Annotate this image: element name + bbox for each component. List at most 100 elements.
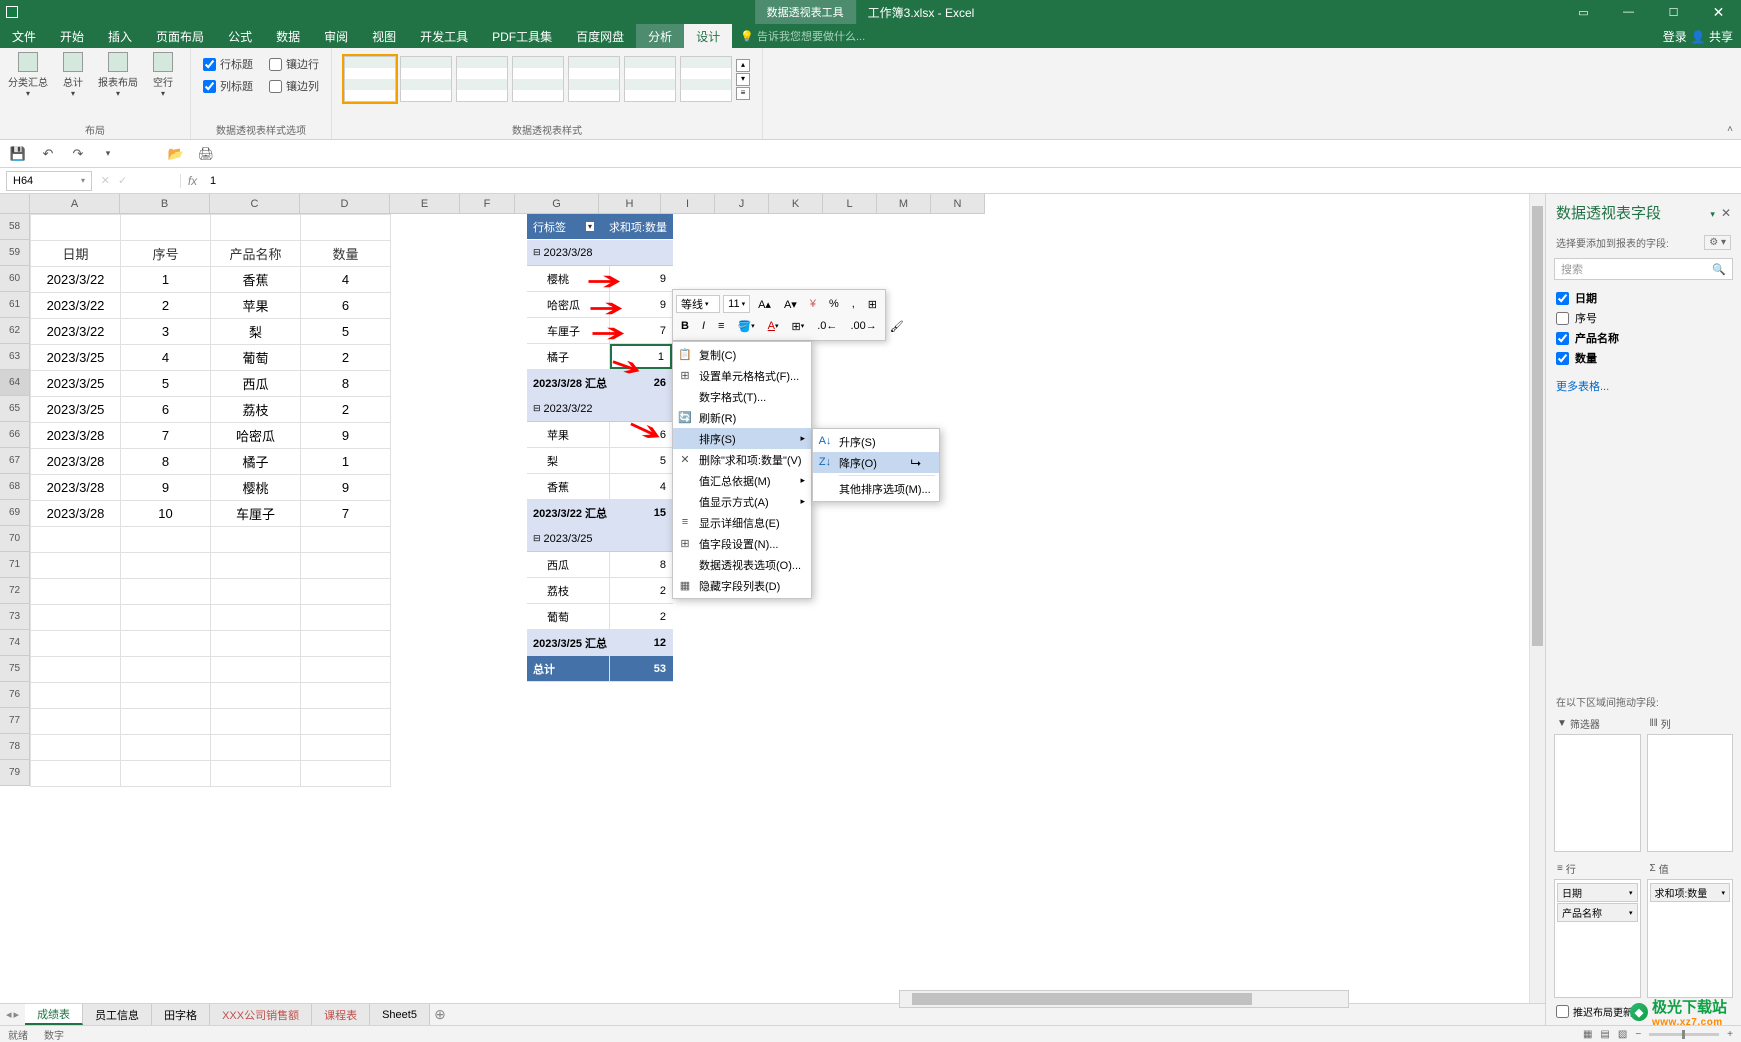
field-item[interactable]: 产品名称 [1556, 328, 1731, 348]
data-cell[interactable]: 2023/3/28 [31, 501, 121, 527]
row-header[interactable]: 77 [0, 708, 30, 734]
zoom-in-icon[interactable]: + [1727, 1029, 1733, 1040]
row-header[interactable]: 72 [0, 578, 30, 604]
field-chip[interactable]: 产品名称▾ [1557, 903, 1638, 922]
zoom-out-icon[interactable]: − [1635, 1029, 1641, 1040]
tab-file[interactable]: 文件 [0, 24, 48, 48]
horizontal-scrollbar[interactable] [899, 990, 1349, 1008]
data-cell[interactable]: 香蕉 [211, 267, 301, 293]
sort-desc[interactable]: Z↓降序(O) ⮡ [813, 452, 939, 473]
print-icon[interactable]: 🖨 [196, 144, 216, 164]
banded-rows-checkbox[interactable]: 镶边行 [269, 56, 319, 72]
col-header[interactable]: G [515, 194, 599, 214]
pivot-data-row[interactable]: 葡萄2 [527, 604, 673, 630]
col-header[interactable]: N [931, 194, 985, 214]
italic-icon[interactable]: I [697, 317, 710, 335]
font-color-icon[interactable]: A▾ [763, 317, 784, 335]
col-header[interactable]: L [823, 194, 877, 214]
gallery-expand[interactable]: ▴▾≡ [736, 59, 750, 100]
style-thumb[interactable] [680, 56, 732, 102]
vertical-scrollbar[interactable] [1529, 194, 1545, 1003]
view-page-layout-icon[interactable]: ▤ [1600, 1029, 1609, 1040]
close-button[interactable]: ✕ [1696, 0, 1741, 24]
add-sheet-button[interactable]: ⊕ [430, 1006, 450, 1023]
pivot-value-header[interactable]: 求和项:数量 [600, 219, 673, 235]
pivot-data-row[interactable]: 哈密瓜9 [527, 292, 673, 318]
name-box[interactable]: H64▾ [6, 171, 92, 191]
data-header-cell[interactable]: 序号 [121, 241, 211, 267]
tab-view[interactable]: 视图 [360, 24, 408, 48]
col-header[interactable]: E [390, 194, 460, 214]
field-item[interactable]: 日期 [1556, 288, 1731, 308]
col-header[interactable]: K [769, 194, 823, 214]
rows-drop-area[interactable]: 日期▾产品名称▾ [1554, 879, 1641, 998]
sheet-nav-last-icon[interactable]: ▸ [14, 1008, 20, 1021]
login-link[interactable]: 登录 [1663, 28, 1687, 45]
data-cell[interactable]: 9 [121, 475, 211, 501]
report-layout-button[interactable]: 报表布局▾ [98, 52, 138, 98]
pivot-subtotal-row[interactable]: 2023/3/28 汇总26 [527, 370, 673, 396]
data-cell[interactable]: 7 [301, 501, 391, 527]
fill-color-icon[interactable]: 🪣▾ [732, 317, 759, 335]
sheet-tab[interactable]: 课程表 [312, 1004, 370, 1025]
row-header[interactable]: 60 [0, 266, 30, 292]
font-combo[interactable]: 等线 ▾ [676, 295, 720, 313]
row-header[interactable]: 66 [0, 422, 30, 448]
zoom-slider[interactable] [1649, 1033, 1719, 1036]
col-header[interactable]: C [210, 194, 300, 214]
increase-decimal-icon[interactable]: .00→ [845, 317, 881, 335]
ctx-show-as[interactable]: 值显示方式(A) [673, 491, 811, 512]
ctx-copy[interactable]: 📋复制(C) [673, 344, 811, 365]
data-cell[interactable]: 8 [301, 371, 391, 397]
style-thumb[interactable] [624, 56, 676, 102]
row-header[interactable]: 73 [0, 604, 30, 630]
row-header[interactable]: 78 [0, 734, 30, 760]
view-normal-icon[interactable]: ▦ [1583, 1029, 1592, 1040]
style-thumb[interactable] [400, 56, 452, 102]
tab-data[interactable]: 数据 [264, 24, 312, 48]
pivot-subtotal-row[interactable]: 2023/3/25 汇总12 [527, 630, 673, 656]
sheet-tab[interactable]: XXX公司销售额 [210, 1004, 312, 1025]
field-item[interactable]: 序号 [1556, 308, 1731, 328]
decrease-font-icon[interactable]: A▾ [779, 295, 802, 313]
col-header[interactable]: M [877, 194, 931, 214]
tab-page-layout[interactable]: 页面布局 [144, 24, 216, 48]
row-header[interactable]: 76 [0, 682, 30, 708]
maximize-button[interactable]: ☐ [1651, 0, 1696, 24]
align-icon[interactable]: ≡ [713, 317, 729, 335]
more-tables-link[interactable]: 更多表格... [1546, 372, 1741, 400]
data-cell[interactable]: 梨 [211, 319, 301, 345]
data-cell[interactable]: 2023/3/22 [31, 293, 121, 319]
data-cell[interactable]: 2023/3/28 [31, 475, 121, 501]
data-cell[interactable]: 5 [121, 371, 211, 397]
tab-design[interactable]: 设计 [684, 24, 732, 48]
merge-icon[interactable]: ⊞ [863, 295, 882, 313]
row-header[interactable]: 70 [0, 526, 30, 552]
row-header[interactable]: 74 [0, 630, 30, 656]
row-header[interactable]: 67 [0, 448, 30, 474]
field-item[interactable]: 数量 [1556, 348, 1731, 368]
ctx-number-format[interactable]: 数字格式(T)... [673, 386, 811, 407]
defer-checkbox[interactable] [1556, 1005, 1569, 1018]
col-header[interactable]: H [599, 194, 661, 214]
ctx-summarize[interactable]: 值汇总依据(M) [673, 470, 811, 491]
data-cell[interactable]: 葡萄 [211, 345, 301, 371]
row-header[interactable]: 59 [0, 240, 30, 266]
data-cell[interactable]: 5 [301, 319, 391, 345]
data-cell[interactable]: 1 [121, 267, 211, 293]
data-cell[interactable]: 7 [121, 423, 211, 449]
ctx-show-details[interactable]: ≡显示详细信息(E) [673, 512, 811, 533]
data-cell[interactable]: 3 [121, 319, 211, 345]
increase-font-icon[interactable]: A▴ [753, 295, 776, 313]
enter-formula-icon[interactable]: ✓ [118, 174, 127, 187]
data-cell[interactable]: 9 [301, 475, 391, 501]
data-cell[interactable]: 1 [301, 449, 391, 475]
percent-format-icon[interactable]: % [824, 295, 844, 313]
pivot-group-header[interactable]: ⊟2023/3/22 [527, 396, 673, 422]
format-painter-icon[interactable]: 🖌 [885, 317, 909, 335]
pivot-data-row[interactable]: 香蕉4 [527, 474, 673, 500]
data-cell[interactable]: 2023/3/25 [31, 371, 121, 397]
decrease-decimal-icon[interactable]: .0← [812, 317, 842, 335]
row-header[interactable]: 58 [0, 214, 30, 240]
data-header-cell[interactable]: 日期 [31, 241, 121, 267]
